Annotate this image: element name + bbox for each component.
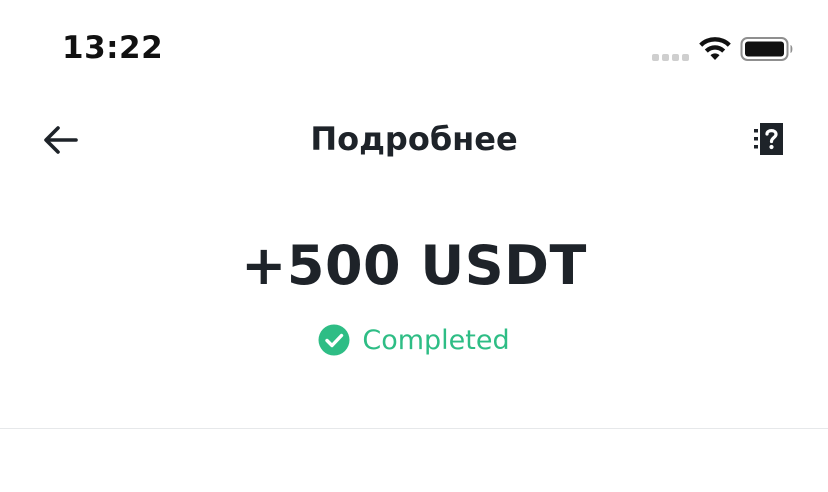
signal-icon	[652, 52, 690, 62]
transaction-status: Completed	[0, 324, 828, 356]
page-title: Подробнее	[310, 120, 518, 158]
status-bar: 13:22	[0, 0, 828, 100]
document-question-icon[interactable]	[750, 120, 786, 158]
battery-icon	[740, 37, 793, 61]
check-circle-icon	[318, 324, 350, 356]
wifi-icon	[699, 37, 731, 60]
divider	[0, 428, 828, 429]
transaction-detail-screen: 13:22 Подробнее +500 USDT Completed	[0, 0, 828, 492]
status-time: 13:22	[62, 30, 164, 66]
status-label: Completed	[362, 324, 510, 356]
transaction-amount: +500 USDT	[241, 234, 587, 297]
